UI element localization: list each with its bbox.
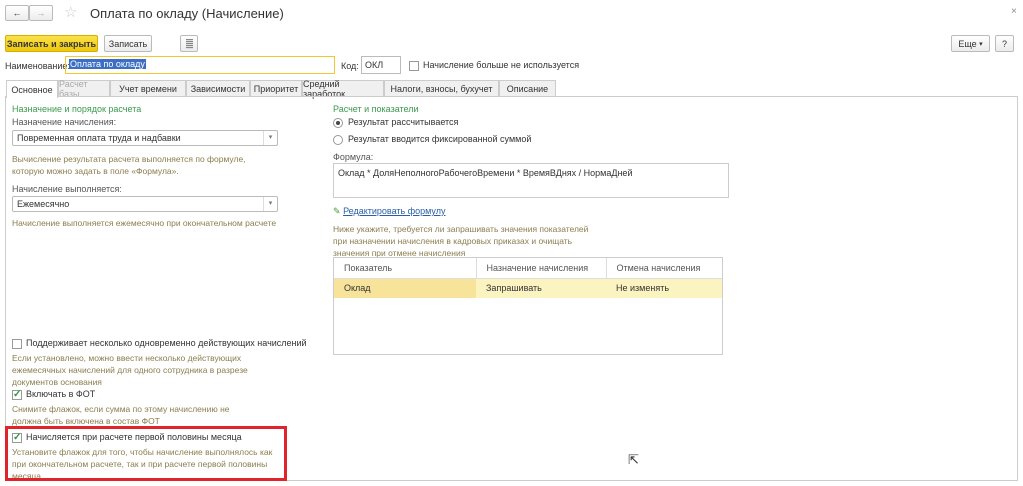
left-section-title: Назначение и порядок расчета	[12, 104, 142, 114]
table-cell[interactable]: Оклад	[334, 278, 476, 298]
save-button[interactable]: Записать	[104, 35, 152, 52]
edit-formula-link[interactable]: ✎ Редактировать формулу	[333, 206, 446, 217]
multi-checkbox[interactable]: Поддерживает несколько одновременно дейс…	[12, 338, 307, 349]
chevron-down-icon: ▾	[263, 197, 277, 211]
checkbox-icon	[12, 338, 22, 349]
table-cell[interactable]: Запрашивать	[476, 278, 606, 298]
formula-label: Формула:	[333, 152, 374, 162]
name-input[interactable]: Оплата по окладу	[65, 56, 335, 74]
name-value: Оплата по окладу	[69, 59, 146, 69]
multi-label: Поддерживает несколько одновременно дейс…	[26, 338, 307, 348]
fot-hint: Снимите флажок, если сумма по этому начи…	[12, 404, 230, 426]
fot-checkbox[interactable]: ✓ Включать в ФОТ	[12, 389, 95, 400]
multi-hint: Если установлено, можно ввести несколько…	[12, 353, 248, 387]
mouse-cursor-icon: ⇱	[628, 452, 639, 467]
tab-description[interactable]: Описание	[499, 80, 556, 97]
radio-calculated-label: Результат рассчитывается	[348, 117, 459, 127]
column-header[interactable]: Отмена начисления	[606, 258, 722, 279]
highlight-box	[5, 426, 287, 481]
table-cell[interactable]: Не изменять	[606, 278, 722, 298]
radio-fixed-label: Результат вводится фиксированной суммой	[348, 134, 532, 144]
indicators-table: Показатель Назначение начисления Отмена …	[333, 257, 723, 355]
help-button[interactable]: ?	[995, 35, 1014, 52]
back-button[interactable]: ←	[5, 5, 29, 21]
chevron-down-icon: ▾	[263, 131, 277, 145]
purpose-select[interactable]: Повременная оплата труда и надбавки ▾	[12, 130, 278, 146]
radio-icon	[333, 117, 343, 128]
checkmark-icon: ✓	[12, 388, 22, 400]
checkbox-icon	[409, 60, 419, 71]
edit-formula-label: Редактировать формулу	[343, 206, 446, 216]
document-icon	[185, 38, 193, 49]
code-input[interactable]: ОКЛ	[361, 56, 401, 74]
table-row[interactable]: Оклад Запрашивать Не изменять	[334, 278, 722, 298]
name-label: Наименование:	[5, 61, 70, 71]
tab-average[interactable]: Средний заработок	[302, 79, 384, 99]
forward-button[interactable]: →	[29, 5, 53, 21]
tab-priority[interactable]: Приоритет	[250, 80, 302, 97]
purpose-label: Назначение начисления:	[12, 117, 117, 127]
more-label: Еще	[958, 38, 977, 49]
fot-label: Включать в ФОТ	[26, 389, 96, 399]
star-icon[interactable]: ☆	[64, 3, 77, 21]
radio-icon	[333, 134, 343, 145]
table-header: Показатель Назначение начисления Отмена …	[334, 258, 722, 279]
radio-calculated[interactable]: Результат рассчитывается	[333, 117, 458, 128]
chevron-down-icon: ▾	[979, 40, 983, 48]
tab-dependencies[interactable]: Зависимости	[186, 80, 250, 97]
tab-taxes[interactable]: Налоги, взносы, бухучет	[384, 80, 499, 97]
column-header[interactable]: Назначение начисления	[476, 258, 607, 279]
save-and-close-button[interactable]: Записать и закрыть	[5, 35, 98, 52]
arrow-right-icon: →	[36, 8, 46, 18]
arrow-left-icon: ←	[12, 8, 22, 18]
column-header[interactable]: Показатель	[334, 258, 477, 279]
radio-fixed[interactable]: Результат вводится фиксированной суммой	[333, 134, 531, 145]
right-section-title: Расчет и показатели	[333, 104, 419, 114]
frequency-label: Начисление выполняется:	[12, 184, 122, 194]
unused-checkbox[interactable]: Начисление больше не используется	[409, 60, 579, 71]
close-icon[interactable]: ×	[1011, 6, 1017, 17]
indicators-hint: Ниже укажите, требуется ли запрашивать з…	[333, 224, 589, 258]
purpose-hint: Вычисление результата расчета выполняетс…	[12, 154, 246, 176]
frequency-value: Ежемесячно	[17, 199, 70, 209]
code-label: Код:	[341, 61, 359, 71]
purpose-value: Повременная оплата труда и надбавки	[17, 133, 181, 143]
tab-base[interactable]: Расчет базы	[58, 79, 110, 99]
list-button[interactable]	[180, 35, 198, 52]
window-title: Оплата по окладу (Начисление)	[90, 6, 284, 21]
frequency-hint: Начисление выполняется ежемесячно при ок…	[12, 218, 277, 228]
frequency-select[interactable]: Ежемесячно ▾	[12, 196, 278, 212]
unused-label: Начисление больше не используется	[423, 60, 580, 70]
pencil-icon: ✎	[333, 206, 341, 216]
tab-time[interactable]: Учет времени	[110, 80, 186, 97]
tab-main[interactable]: Основное	[6, 80, 58, 98]
formula-input[interactable]: Оклад * ДоляНеполногоРабочегоВремени * В…	[333, 163, 729, 198]
more-button[interactable]: Еще ▾	[951, 35, 990, 52]
